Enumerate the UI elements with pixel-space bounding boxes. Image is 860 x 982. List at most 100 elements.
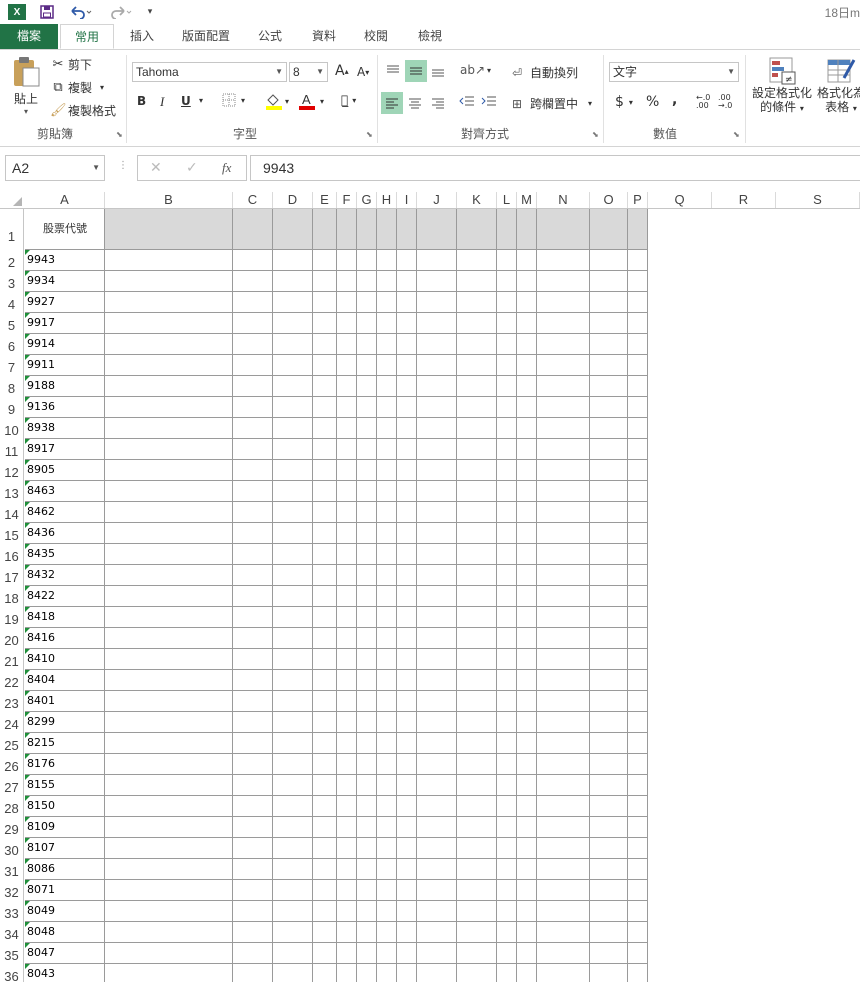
row-header-29[interactable]: 29 <box>0 817 24 838</box>
cell-a23[interactable]: 8401 <box>25 691 105 712</box>
column-header-m[interactable]: M <box>517 192 537 208</box>
cell-a3[interactable]: 9934 <box>25 271 105 292</box>
align-right-button[interactable] <box>428 92 448 114</box>
cut-button[interactable]: ✂ 剪下 <box>50 56 92 73</box>
tab-formulas[interactable]: 公式 <box>248 24 292 49</box>
column-header-p[interactable]: P <box>628 192 648 208</box>
column-header-r[interactable]: R <box>712 192 776 208</box>
cell-a26[interactable]: 8176 <box>25 754 105 775</box>
cancel-icon[interactable]: ✕ <box>150 160 162 176</box>
row-header-11[interactable]: 11 <box>0 439 24 460</box>
column-header-q[interactable]: Q <box>648 192 712 208</box>
column-header-a[interactable]: A <box>25 192 105 208</box>
row-header-32[interactable]: 32 <box>0 880 24 901</box>
worksheet-grid[interactable]: ABCDEFGHIJKLMNOPQRS 股票代號 1 2 3 4 5 6 7 8 9 10 11 12… <box>0 192 860 982</box>
tab-review[interactable]: 校閱 <box>354 24 398 49</box>
column-header-g[interactable]: G <box>357 192 377 208</box>
tab-data[interactable]: 資料 <box>302 24 346 49</box>
row-header-15[interactable]: 15 <box>0 523 24 544</box>
row-header-5[interactable]: 5 <box>0 313 24 334</box>
font-launcher-icon[interactable]: ⬊ <box>366 130 373 139</box>
cell-a16[interactable]: 8435 <box>25 544 105 565</box>
cell-a8[interactable]: 9188 <box>25 376 105 397</box>
column-header-b[interactable]: B <box>105 192 233 208</box>
row-header-35[interactable]: 35 <box>0 943 24 964</box>
cell-a36[interactable]: 8043 <box>25 964 105 982</box>
fill-color-button[interactable]: ▾ <box>265 92 289 110</box>
percent-button[interactable]: % <box>646 94 659 110</box>
cell-a5[interactable]: 9917 <box>25 313 105 334</box>
row-header-28[interactable]: 28 <box>0 796 24 817</box>
cell-a19[interactable]: 8418 <box>25 607 105 628</box>
cell-a14[interactable]: 8462 <box>25 502 105 523</box>
cell-a13[interactable]: 8463 <box>25 481 105 502</box>
column-header-d[interactable]: D <box>273 192 313 208</box>
italic-button[interactable]: I <box>160 94 164 110</box>
cell-a18[interactable]: 8422 <box>25 586 105 607</box>
save-icon[interactable] <box>38 3 56 21</box>
cell-a21[interactable]: 8410 <box>25 649 105 670</box>
cell-a25[interactable]: 8215 <box>25 733 105 754</box>
cell-a12[interactable]: 8905 <box>25 460 105 481</box>
decrease-indent-button[interactable] <box>459 95 475 107</box>
align-middle-button[interactable] <box>405 60 427 82</box>
cell-a2[interactable]: 9943 <box>25 250 105 271</box>
row-header-13[interactable]: 13 <box>0 481 24 502</box>
column-header-i[interactable]: I <box>397 192 417 208</box>
grow-font-button[interactable]: A ▴ <box>335 63 349 79</box>
wrap-text-button[interactable]: ⏎ 自動換列 <box>512 64 578 81</box>
align-top-button[interactable] <box>383 60 403 82</box>
underline-dropdown-icon[interactable]: ▾ <box>199 96 203 105</box>
cell-a10[interactable]: 8938 <box>25 418 105 439</box>
check-icon[interactable]: ✓ <box>186 160 198 176</box>
row-header-31[interactable]: 31 <box>0 859 24 880</box>
row-header-9[interactable]: 9 <box>0 397 24 418</box>
column-header-e[interactable]: E <box>313 192 337 208</box>
row-header-21[interactable]: 21 <box>0 649 24 670</box>
merge-center-button[interactable]: ⊞ 跨欄置中 ▾ <box>512 95 592 112</box>
row-header-27[interactable]: 27 <box>0 775 24 796</box>
column-header-l[interactable]: L <box>497 192 517 208</box>
cell-a20[interactable]: 8416 <box>25 628 105 649</box>
row-header-18[interactable]: 18 <box>0 586 24 607</box>
row-header-12[interactable]: 12 <box>0 460 24 481</box>
bold-button[interactable]: B <box>137 94 146 108</box>
column-header-j[interactable]: J <box>417 192 457 208</box>
decrease-decimal-button[interactable]: .00 →.0 <box>718 94 732 110</box>
redo-icon[interactable] <box>106 3 134 21</box>
column-header-c[interactable]: C <box>233 192 273 208</box>
cell-a34[interactable]: 8048 <box>25 922 105 943</box>
cell-a9[interactable]: 9136 <box>25 397 105 418</box>
row-header-33[interactable]: 33 <box>0 901 24 922</box>
formula-input[interactable]: 9943 <box>250 155 860 181</box>
number-format-combo[interactable]: 文字 ▼ <box>609 62 739 82</box>
row-header-6[interactable]: 6 <box>0 334 24 355</box>
cell-a29[interactable]: 8109 <box>25 817 105 838</box>
align-center-button[interactable] <box>405 92 425 114</box>
row-header-8[interactable]: 8 <box>0 376 24 397</box>
cell-a30[interactable]: 8107 <box>25 838 105 859</box>
column-header-o[interactable]: O <box>590 192 628 208</box>
tab-file[interactable]: 檔案 <box>0 24 58 49</box>
orientation-button[interactable]: ab↗ ▾ <box>460 63 491 77</box>
tab-home[interactable]: 常用 <box>60 24 114 49</box>
row-header-25[interactable]: 25 <box>0 733 24 754</box>
cell-a15[interactable]: 8436 <box>25 523 105 544</box>
format-painter-button[interactable]: 🖌 複製格式 <box>50 102 116 119</box>
row-header-20[interactable]: 20 <box>0 628 24 649</box>
row-header-30[interactable]: 30 <box>0 838 24 859</box>
font-size-combo[interactable]: 8 ▼ <box>289 62 328 82</box>
customize-toolbar-icon[interactable]: ▾ <box>144 3 156 21</box>
paste-button[interactable]: 貼上 ▾ <box>8 56 44 116</box>
tab-page-layout[interactable]: 版面配置 <box>170 24 242 49</box>
alignment-launcher-icon[interactable]: ⬊ <box>592 130 599 139</box>
phonetic-button[interactable]: 中̲ ▾ <box>341 93 356 107</box>
tab-insert[interactable]: 插入 <box>120 24 164 49</box>
cell-a24[interactable]: 8299 <box>25 712 105 733</box>
underline-button[interactable]: U <box>181 94 191 108</box>
insert-function-icon[interactable]: fx <box>222 160 231 176</box>
name-box[interactable]: A2 ▼ <box>5 155 105 181</box>
conditional-formatting-button[interactable]: ≠ 設定格式化 的條件 ▾ <box>750 56 814 116</box>
cell-a1[interactable]: 股票代號 <box>25 209 105 250</box>
increase-indent-button[interactable] <box>481 95 497 107</box>
